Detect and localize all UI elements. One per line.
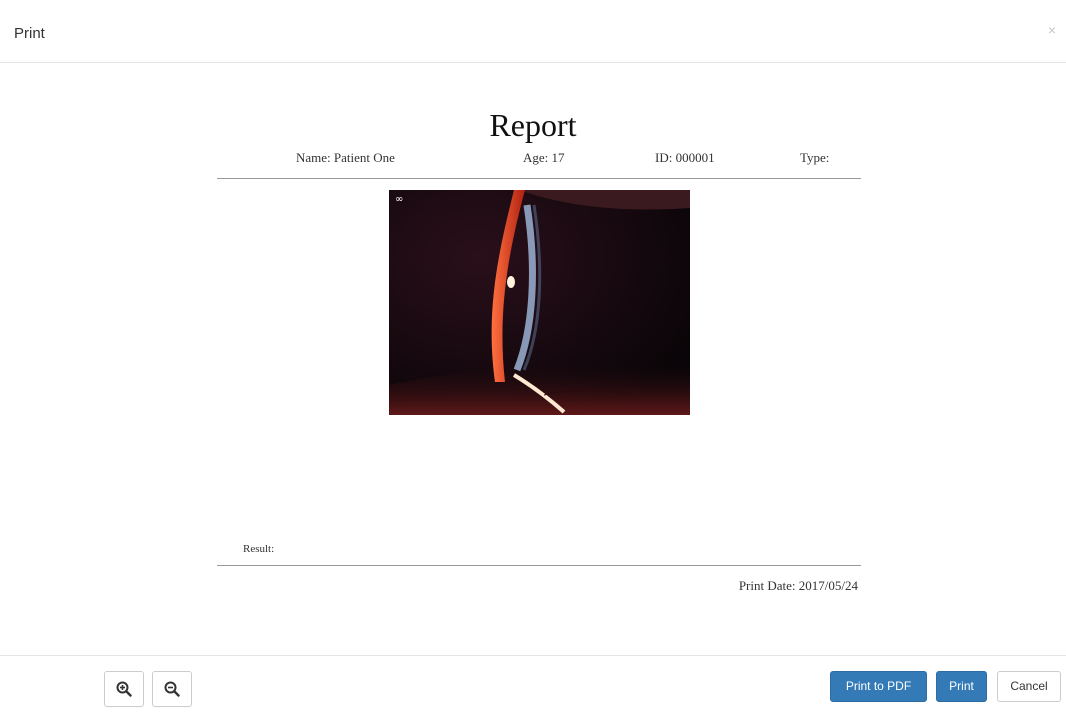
dialog-title: Print — [14, 25, 45, 42]
print-button[interactable]: Print — [936, 671, 987, 702]
zoom-in-icon — [116, 681, 132, 697]
cancel-button[interactable]: Cancel — [997, 671, 1061, 702]
result-divider — [217, 565, 861, 566]
close-button[interactable]: × — [1048, 22, 1056, 38]
report-preview: Report Name: Patient One Age: 17 ID: 000… — [0, 63, 1066, 655]
report-title: Report — [489, 107, 577, 143]
print-date: Print Date: 2017/05/24 — [738, 578, 858, 593]
zoom-in-button[interactable] — [104, 671, 144, 707]
exam-type: Type: — [800, 150, 830, 165]
patient-name: Name: Patient One — [296, 150, 395, 165]
result-label: Result: — [243, 543, 275, 555]
header-divider — [217, 178, 861, 179]
photo-overlay-mark: ∞ — [395, 194, 403, 205]
dialog-footer: Print to PDF Print Cancel — [0, 655, 1066, 714]
slit-lamp-photo: ∞ — [389, 190, 690, 415]
patient-id: ID: 000001 — [655, 150, 715, 165]
eye-image: ∞ — [389, 190, 690, 415]
dialog-header: Print × — [0, 0, 1066, 63]
zoom-out-button[interactable] — [152, 671, 192, 707]
zoom-out-icon — [164, 681, 180, 697]
print-to-pdf-button[interactable]: Print to PDF — [830, 671, 927, 702]
patient-age: Age: 17 — [523, 150, 565, 165]
